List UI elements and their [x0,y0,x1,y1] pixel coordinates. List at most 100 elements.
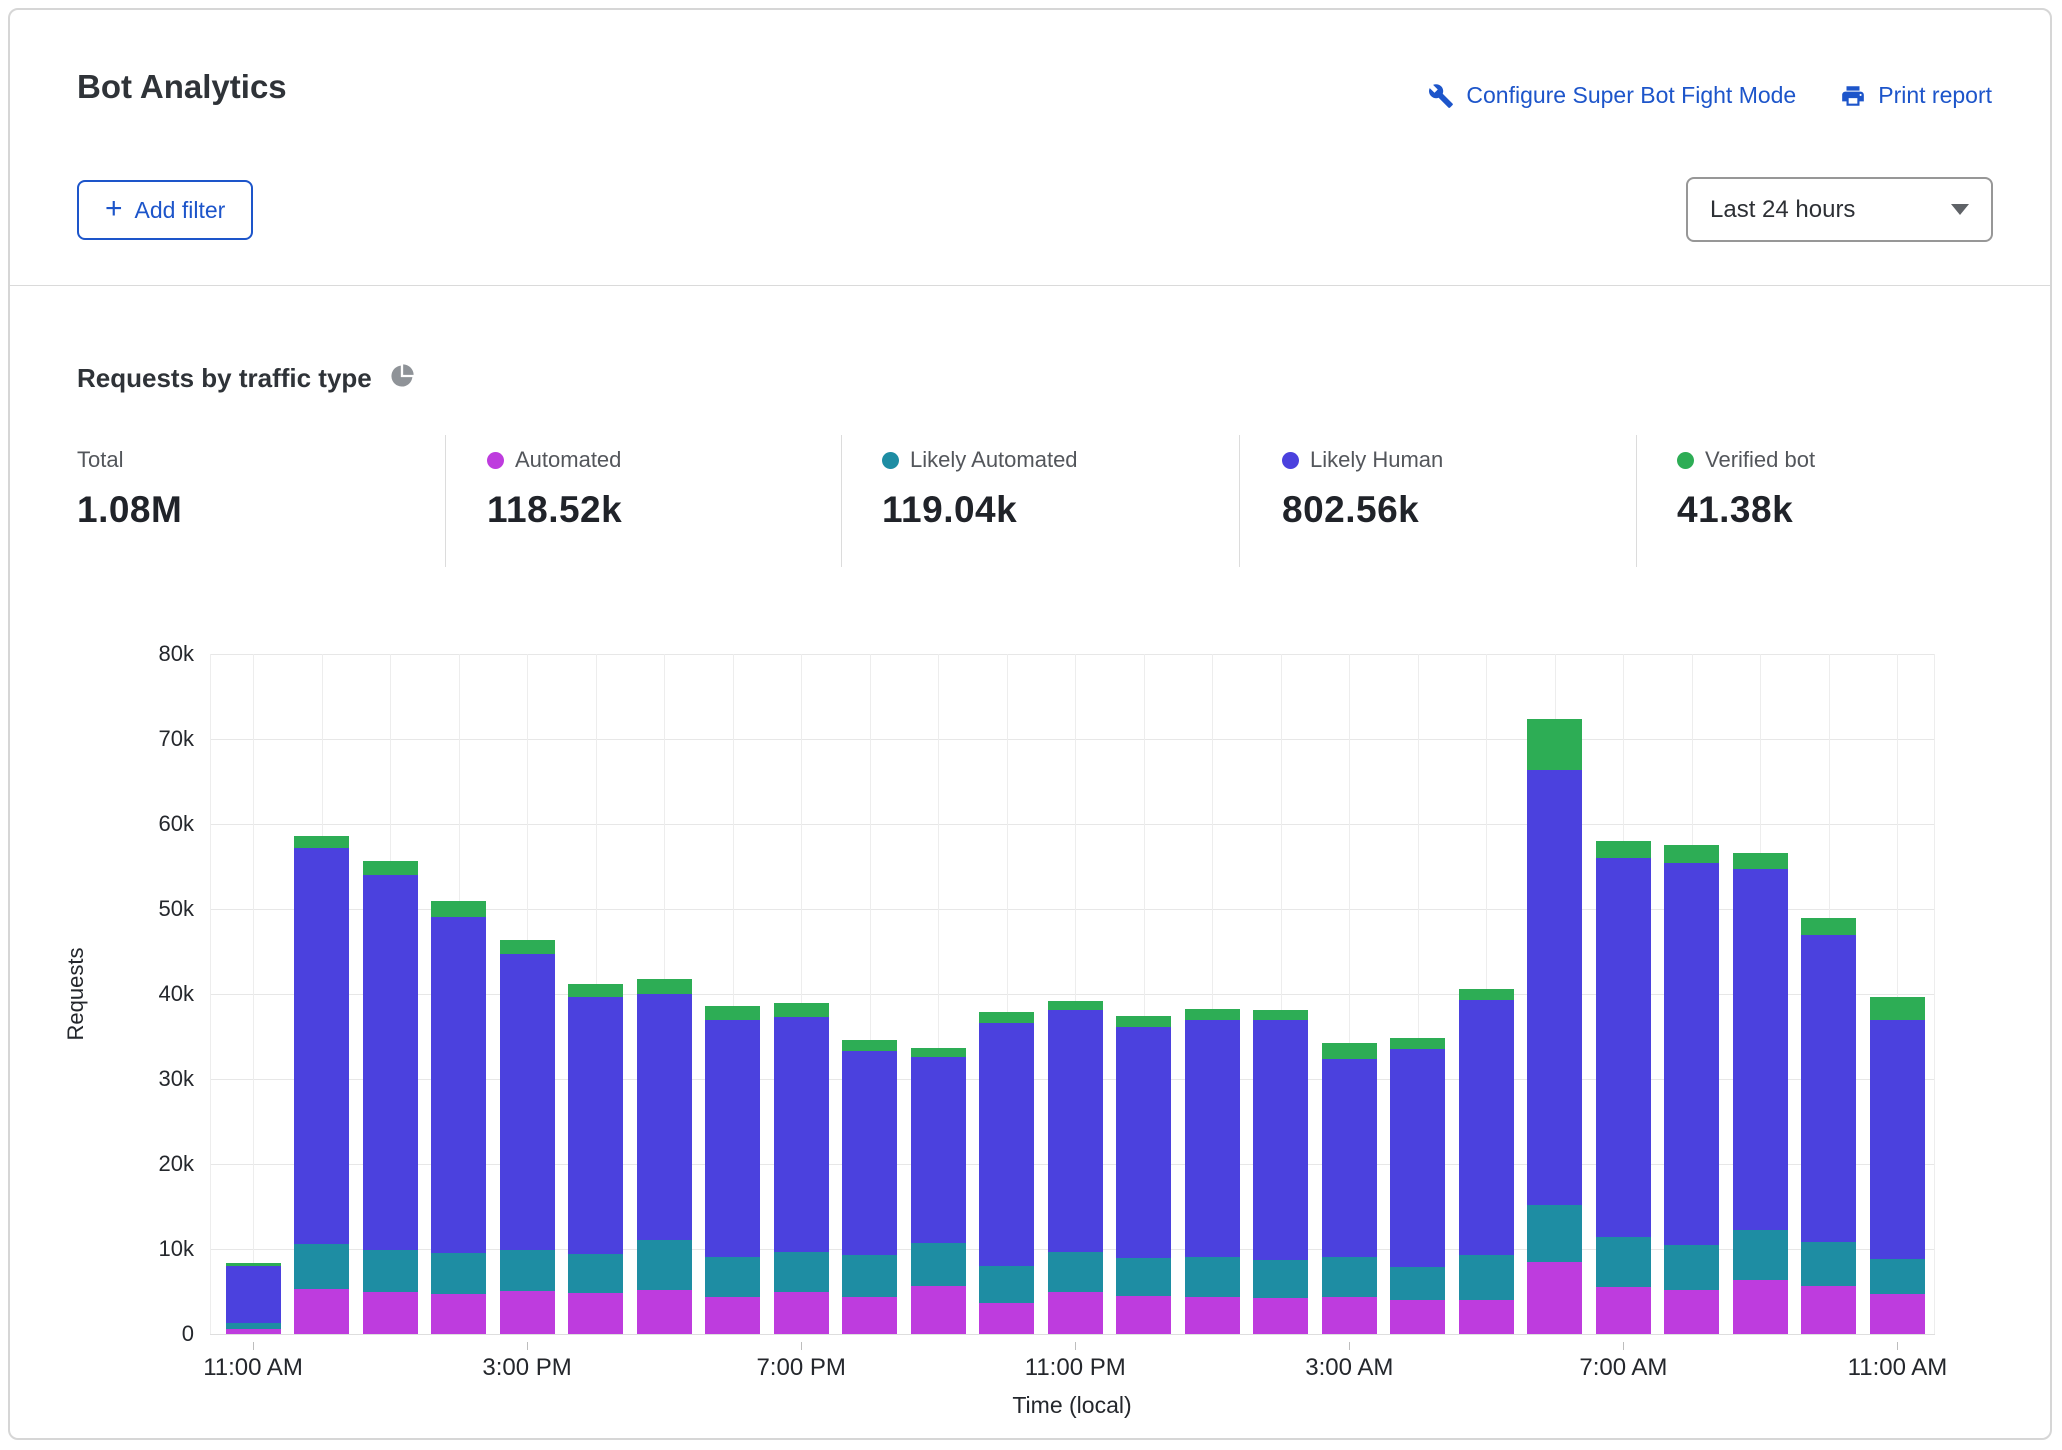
bar-segment-verified-bot[interactable] [910,1048,966,1057]
bar-segment-likely-automated[interactable] [1321,1256,1377,1298]
configure-super-bot-fight-mode-link[interactable]: Configure Super Bot Fight Mode [1428,82,1796,109]
bar-segment-automated[interactable] [1664,1289,1720,1334]
bar-11-00-am[interactable] [225,1263,281,1334]
bar-segment-likely-automated[interactable] [1184,1256,1240,1298]
bar-4-00-pm[interactable] [568,983,624,1334]
bar-segment-likely-human[interactable] [362,875,418,1250]
bar-12-00-am[interactable] [1116,1016,1172,1334]
bar-segment-verified-bot[interactable] [362,860,418,876]
bar-segment-automated[interactable] [568,1293,624,1334]
bar-segment-verified-bot[interactable] [773,1003,829,1017]
bar-segment-likely-automated[interactable] [1732,1230,1788,1281]
bar-segment-automated[interactable] [294,1288,350,1334]
bar-segment-likely-human[interactable] [1184,1019,1240,1257]
bar-segment-verified-bot[interactable] [1664,845,1720,864]
bar-segment-likely-human[interactable] [1527,769,1583,1205]
bar-segment-verified-bot[interactable] [1732,852,1788,870]
bar-segment-verified-bot[interactable] [1390,1038,1446,1050]
bar-segment-likely-automated[interactable] [1527,1204,1583,1262]
bar-segment-automated[interactable] [225,1328,281,1334]
bar-segment-likely-human[interactable] [1458,999,1514,1255]
bar-segment-likely-human[interactable] [1253,1020,1309,1261]
time-range-dropdown[interactable]: Last 24 hours [1686,177,1993,242]
bar-segment-verified-bot[interactable] [1527,718,1583,770]
bar-2-00-pm[interactable] [431,900,487,1334]
bar-segment-verified-bot[interactable] [1869,997,1925,1020]
bar-2-00-am[interactable] [1253,1010,1309,1334]
bar-10-00-am[interactable] [1801,918,1857,1334]
bar-segment-automated[interactable] [1732,1280,1788,1334]
bar-6-00-pm[interactable] [705,1005,761,1334]
bar-segment-likely-human[interactable] [773,1016,829,1253]
bar-segment-automated[interactable] [842,1296,898,1334]
bar-8-00-am[interactable] [1664,845,1720,1334]
bar-segment-automated[interactable] [362,1292,418,1334]
bar-segment-automated[interactable] [636,1289,692,1334]
bar-segment-verified-bot[interactable] [1321,1043,1377,1059]
bar-segment-likely-automated[interactable] [1390,1266,1446,1300]
bar-segment-likely-automated[interactable] [773,1252,829,1293]
print-report-link[interactable]: Print report [1840,82,1992,109]
bar-7-00-am[interactable] [1595,841,1651,1334]
bar-segment-likely-automated[interactable] [568,1254,624,1294]
bar-segment-automated[interactable] [979,1303,1035,1334]
bar-9-00-pm[interactable] [910,1048,966,1334]
bar-segment-likely-human[interactable] [842,1050,898,1255]
bar-segment-automated[interactable] [1458,1300,1514,1334]
bar-segment-verified-bot[interactable] [636,978,692,995]
bar-segment-likely-human[interactable] [1732,869,1788,1231]
bar-12-00-pm[interactable] [294,835,350,1334]
bar-5-00-pm[interactable] [636,978,692,1334]
bar-6-00-am[interactable] [1527,718,1583,1334]
bar-segment-likely-human[interactable] [431,916,487,1254]
bar-segment-likely-human[interactable] [1390,1049,1446,1267]
bar-segment-likely-automated[interactable] [910,1243,966,1287]
bar-segment-likely-automated[interactable] [842,1254,898,1297]
bar-segment-automated[interactable] [1801,1285,1857,1334]
bar-segment-likely-human[interactable] [225,1266,281,1323]
bar-1-00-pm[interactable] [362,860,418,1334]
bar-segment-verified-bot[interactable] [1253,1010,1309,1021]
bar-segment-likely-human[interactable] [294,847,350,1244]
bar-segment-likely-automated[interactable] [499,1249,555,1291]
bar-segment-automated[interactable] [1116,1295,1172,1334]
bar-segment-verified-bot[interactable] [1801,918,1857,936]
bar-9-00-am[interactable] [1732,852,1788,1334]
bar-segment-likely-automated[interactable] [1458,1254,1514,1300]
bar-segment-likely-human[interactable] [1801,935,1857,1243]
bar-segment-likely-human[interactable] [1869,1019,1925,1260]
bar-segment-verified-bot[interactable] [431,900,487,917]
bar-segment-likely-human[interactable] [636,994,692,1240]
bar-segment-verified-bot[interactable] [1595,841,1651,859]
bar-segment-likely-human[interactable] [910,1056,966,1244]
bar-segment-verified-bot[interactable] [1047,1000,1103,1011]
bar-segment-verified-bot[interactable] [499,939,555,955]
add-filter-button[interactable]: + Add filter [77,180,254,240]
bar-segment-automated[interactable] [499,1290,555,1334]
bar-segment-likely-human[interactable] [499,954,555,1250]
bar-11-00-pm[interactable] [1047,1000,1103,1334]
bar-4-00-am[interactable] [1390,1038,1446,1334]
bar-segment-verified-bot[interactable] [705,1005,761,1020]
bar-segment-likely-human[interactable] [1321,1058,1377,1257]
bar-segment-automated[interactable] [1184,1297,1240,1334]
bar-segment-automated[interactable] [1321,1297,1377,1334]
bar-segment-automated[interactable] [1869,1294,1925,1334]
bar-segment-automated[interactable] [705,1296,761,1334]
bar-segment-verified-bot[interactable] [1184,1009,1240,1020]
bar-3-00-am[interactable] [1321,1043,1377,1334]
bar-segment-likely-automated[interactable] [1801,1242,1857,1286]
bar-segment-verified-bot[interactable] [294,835,350,848]
bar-segment-likely-automated[interactable] [431,1253,487,1295]
bar-segment-automated[interactable] [773,1292,829,1334]
bar-segment-verified-bot[interactable] [842,1039,898,1051]
bar-segment-automated[interactable] [1390,1300,1446,1334]
bar-segment-likely-automated[interactable] [294,1243,350,1289]
bar-segment-likely-human[interactable] [1595,858,1651,1238]
bar-3-00-pm[interactable] [499,939,555,1334]
bar-segment-automated[interactable] [1527,1261,1583,1334]
bar-11-00-am[interactable] [1869,997,1925,1334]
bar-segment-automated[interactable] [1047,1291,1103,1334]
bar-segment-likely-automated[interactable] [1869,1259,1925,1295]
bar-segment-likely-automated[interactable] [1047,1251,1103,1292]
